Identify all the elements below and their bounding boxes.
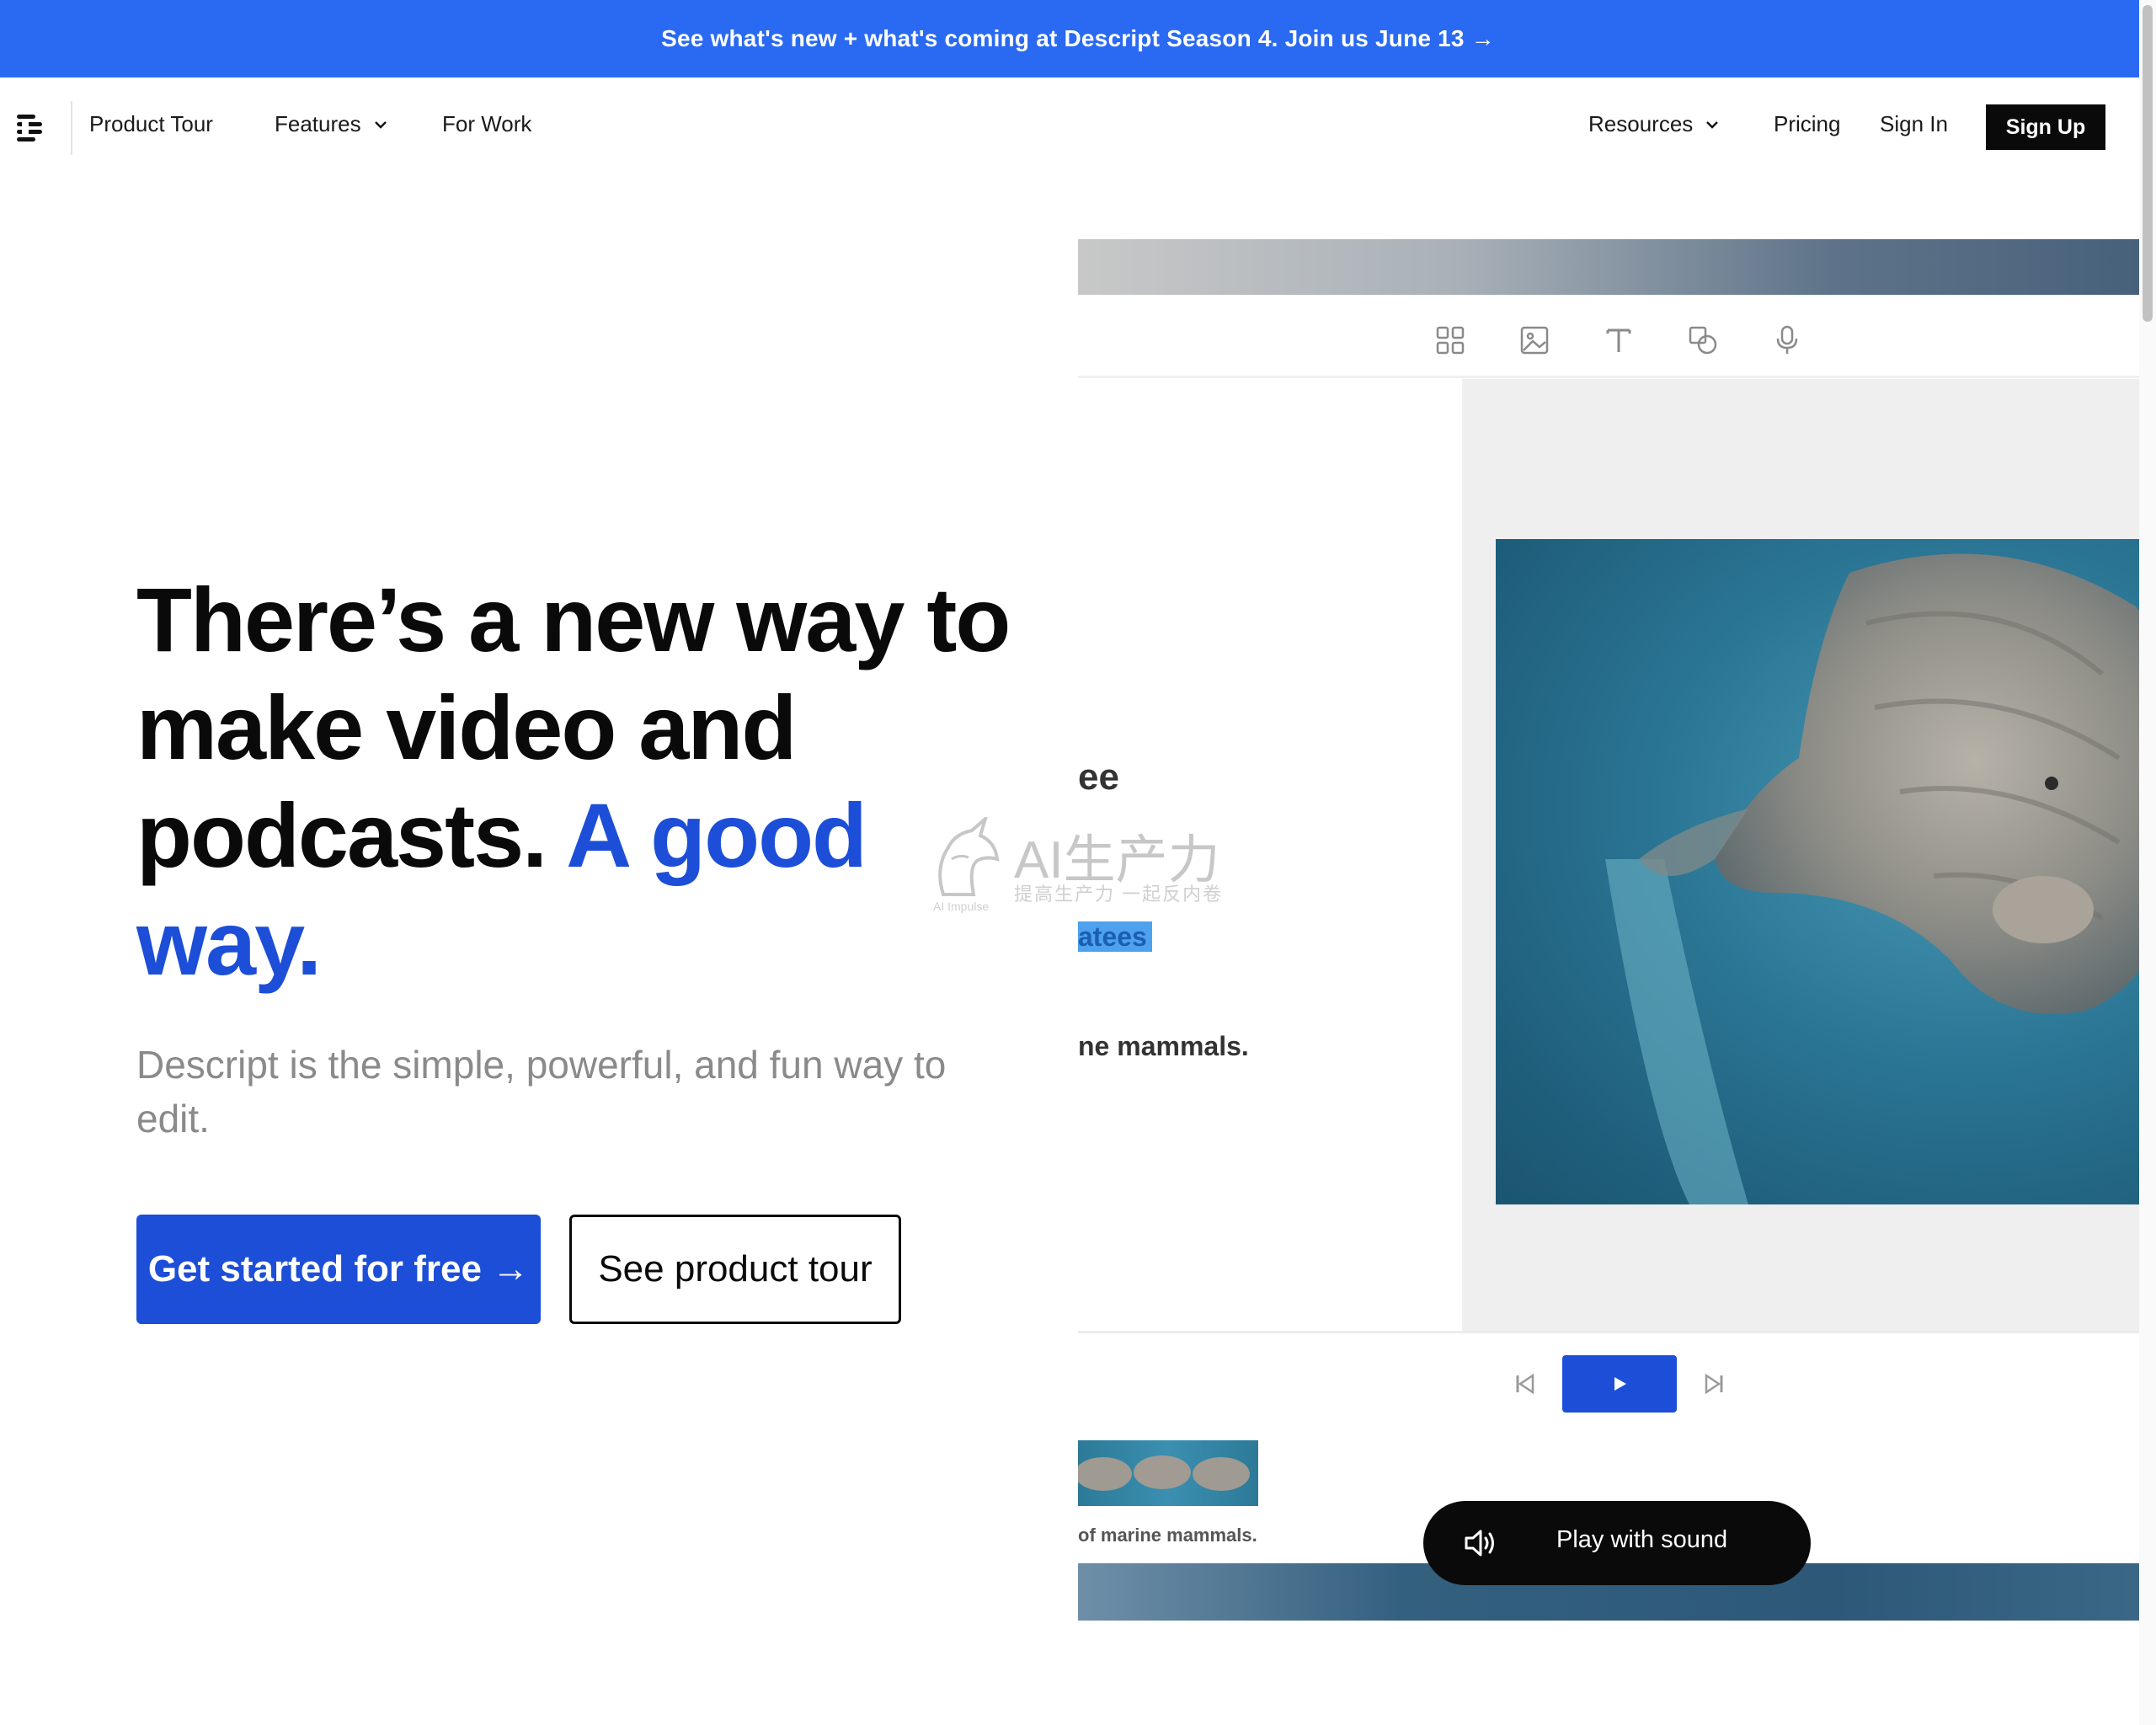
play-icon (1614, 1377, 1626, 1391)
watermark: AI生产力 提高生产力 一起反内卷 AI Impulse (926, 817, 1230, 918)
script-line: ee (1078, 756, 1119, 798)
manatee-image (1605, 553, 2156, 1204)
timeline-thumbnail[interactable] (1078, 1440, 1258, 1506)
top-nav: Product Tour Features For Work Resources… (0, 77, 2139, 179)
script-line: ne mammals. (1078, 1031, 1249, 1061)
script-line-highlight: atees (1078, 921, 1152, 953)
watermark-small: AI Impulse (933, 900, 990, 913)
chevron-down-icon (1706, 120, 1719, 129)
video-frame (1496, 539, 2156, 1204)
nav-features[interactable]: Features (275, 111, 388, 137)
nav-pricing-label: Pricing (1774, 111, 1841, 136)
unicorn-logo-icon (938, 817, 1000, 896)
preview-window-bar (1078, 239, 2156, 295)
nav-pricing[interactable]: Pricing (1774, 111, 1840, 137)
nav-for-work[interactable]: For Work (442, 111, 531, 137)
announcement-bar: See what's new + what's coming at Descri… (0, 0, 2156, 77)
thumbnail-image (1078, 1455, 1250, 1491)
play-with-sound-label: Play with sound (1556, 1526, 1728, 1553)
nav-product-tour[interactable]: Product Tour (89, 111, 213, 137)
nav-for-work-label: For Work (442, 111, 532, 136)
announcement-link[interactable]: See what's new + what's coming at Descri… (661, 25, 1495, 52)
play-button[interactable] (1562, 1355, 1677, 1413)
scrollbar-thumb[interactable] (2143, 5, 2153, 322)
skip-back-icon[interactable] (1513, 1372, 1536, 1396)
video-canvas (1462, 379, 2156, 1331)
playback-controls (1078, 1331, 2156, 1434)
skip-forward-icon[interactable] (1703, 1372, 1726, 1396)
speaker-icon (1465, 1530, 1494, 1557)
nav-features-label: Features (275, 111, 361, 136)
microphone-icon[interactable] (1770, 323, 1804, 357)
sign-up-button[interactable]: Sign Up (1986, 104, 2105, 150)
grid-icon[interactable] (1433, 323, 1467, 357)
text-icon[interactable] (1602, 323, 1636, 357)
descript-logo-icon[interactable] (15, 111, 49, 145)
see-product-tour-button[interactable]: See product tour (569, 1215, 901, 1324)
shapes-icon[interactable] (1686, 323, 1720, 357)
nav-sign-in-label: Sign In (1880, 111, 1948, 136)
get-started-button[interactable]: Get started for free → (136, 1215, 541, 1324)
nav-divider (71, 101, 72, 155)
nav-resources-label: Resources (1588, 111, 1694, 136)
watermark-subtitle: 提高生产力 一起反内卷 (1014, 884, 1224, 905)
chevron-down-icon (374, 120, 387, 129)
timeline-caption: of marine mammals. (1078, 1525, 1257, 1546)
image-icon[interactable] (1518, 323, 1551, 357)
nav-resources[interactable]: Resources (1588, 111, 1720, 137)
script-highlight[interactable]: atees (1078, 921, 1152, 952)
hero-subtitle: Descript is the simple, powerful, and fu… (136, 1043, 947, 1140)
product-preview: ee atees ne mammals. of marine mammals. (1078, 239, 2156, 1621)
play-with-sound-button[interactable]: Play with sound (1423, 1501, 1811, 1585)
preview-toolbar (1078, 295, 2156, 378)
nav-sign-in[interactable]: Sign In (1880, 111, 1948, 137)
hero-title: There’s a new way to make video and podc… (136, 566, 1021, 997)
nav-product-tour-label: Product Tour (89, 111, 213, 136)
